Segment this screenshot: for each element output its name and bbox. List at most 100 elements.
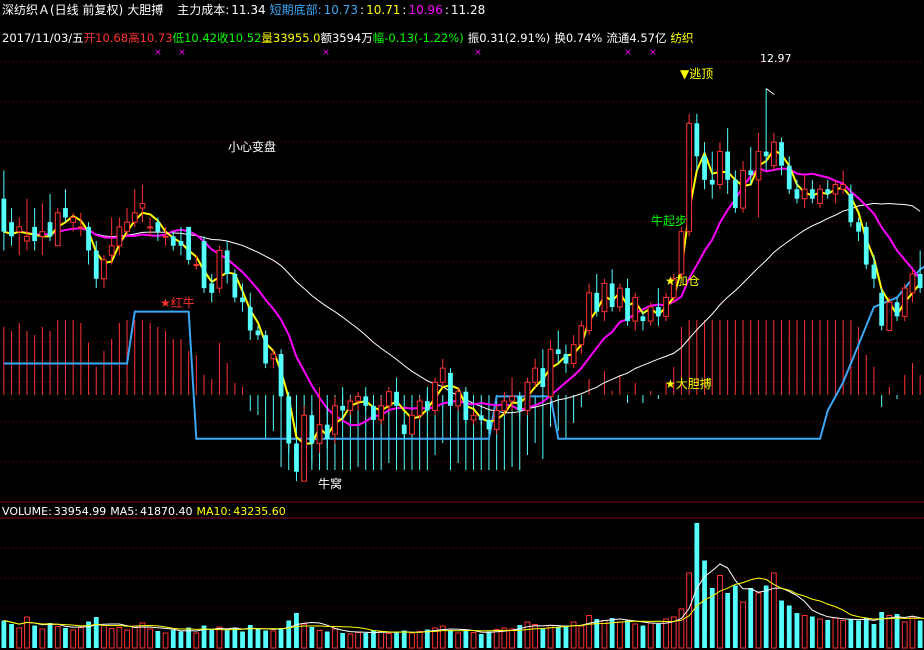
chg-label: 幅	[372, 31, 385, 45]
candle-body	[678, 231, 685, 275]
candle-body	[409, 414, 415, 435]
high-price-label: 12.97	[760, 52, 792, 65]
volume-bar	[416, 631, 423, 649]
volume-bar	[116, 627, 123, 649]
candle-body	[340, 405, 346, 411]
candle-body	[601, 282, 608, 313]
candle-body	[216, 249, 223, 289]
candle-body	[732, 179, 738, 209]
low-value: 10.42	[184, 31, 217, 45]
candle-body	[886, 301, 893, 331]
candle-body	[93, 250, 99, 279]
candle-body	[825, 189, 831, 194]
open-value: 10.68	[95, 31, 129, 45]
volume-bar	[263, 630, 269, 648]
candle-body	[801, 188, 808, 200]
candle-body	[39, 231, 46, 237]
bottom-sep-2: :	[402, 3, 407, 17]
volume-bar	[809, 616, 815, 648]
volume-bar	[255, 629, 261, 648]
candle-body	[155, 222, 161, 232]
candle-body	[101, 259, 107, 280]
candle-body	[186, 226, 192, 260]
candle-body	[247, 306, 253, 331]
volume-bar	[547, 625, 554, 649]
candle-body	[371, 405, 376, 420]
candle-body	[270, 353, 277, 360]
candle-body	[193, 264, 200, 267]
volume-bar	[832, 617, 839, 649]
volume-bar	[124, 629, 130, 649]
escape-top-annotation: ▼逃顶	[680, 67, 714, 81]
volume-bar	[32, 625, 38, 648]
candle-body	[655, 306, 661, 317]
volume-bar	[347, 633, 354, 649]
volume-bar	[316, 630, 323, 649]
candle-body	[416, 400, 423, 416]
volume-bar	[309, 627, 315, 648]
volume-bar	[209, 629, 215, 648]
red-bull-annotation: ★红牛	[160, 296, 195, 310]
candle-body	[563, 354, 569, 364]
cost-value: 11.34	[231, 3, 266, 17]
volume-bar	[77, 627, 84, 649]
candle-body	[832, 184, 839, 195]
candle-body	[625, 288, 630, 322]
indicator-name[interactable]: 大胆搏	[127, 3, 163, 17]
candle-body	[47, 222, 53, 237]
float-value: 4.57亿	[629, 31, 667, 45]
candle-body	[9, 222, 14, 237]
candle-body	[540, 368, 546, 387]
volume-bar	[578, 625, 585, 649]
candle-body	[809, 189, 815, 199]
volume-bar	[801, 615, 808, 649]
candle-body	[16, 226, 23, 233]
volume-bar	[748, 588, 754, 648]
amt-value: 3594万	[331, 31, 373, 45]
candle-body	[555, 349, 561, 355]
candle-body	[162, 235, 169, 238]
event-marker: ×	[178, 48, 186, 58]
volume-bar	[301, 623, 308, 649]
candle-body	[116, 226, 123, 247]
candle-body	[879, 292, 885, 326]
volume-bar	[755, 592, 762, 649]
candle-body	[694, 123, 700, 157]
bottom-value-1: 10.73	[323, 3, 359, 17]
volume-bar	[825, 620, 831, 648]
candle-body	[917, 274, 923, 289]
candle-body	[255, 330, 261, 336]
candle-body	[616, 287, 623, 308]
candle-body	[278, 354, 284, 397]
ma-fast-line	[3, 148, 921, 445]
volume-bar	[355, 632, 361, 649]
candle-body	[232, 274, 238, 298]
candle-body	[632, 297, 639, 322]
volume-bar	[401, 630, 407, 648]
turn-label: 换	[554, 31, 566, 45]
candle-body	[640, 316, 646, 322]
stock-name[interactable]: 深纺织Ａ(日线 前复权)	[2, 3, 123, 17]
sector-tag[interactable]: 纺织	[670, 31, 693, 45]
volume-bar	[1, 620, 7, 648]
candle-body	[763, 151, 769, 157]
volume-bar	[509, 628, 515, 649]
close-label: 收	[216, 31, 229, 45]
candle-body	[725, 151, 731, 180]
candle-body	[863, 226, 869, 265]
volume-bar	[193, 632, 200, 649]
volume-bar	[16, 627, 23, 649]
volume-bar	[616, 621, 623, 649]
candle-body	[385, 391, 392, 407]
volume-bar	[640, 625, 646, 648]
candle-body	[748, 170, 754, 176]
candle-body	[578, 325, 585, 346]
add-position-annotation: ★加仓	[665, 274, 700, 288]
candle-body	[570, 344, 577, 364]
caution-annotation: 小心变盘	[228, 140, 277, 154]
candle-body	[394, 391, 399, 406]
volume-bar	[655, 624, 661, 648]
price-volume-chart[interactable]: × × × × × ×	[0, 0, 924, 650]
candle-body	[309, 415, 315, 444]
volume-bar	[678, 608, 685, 649]
